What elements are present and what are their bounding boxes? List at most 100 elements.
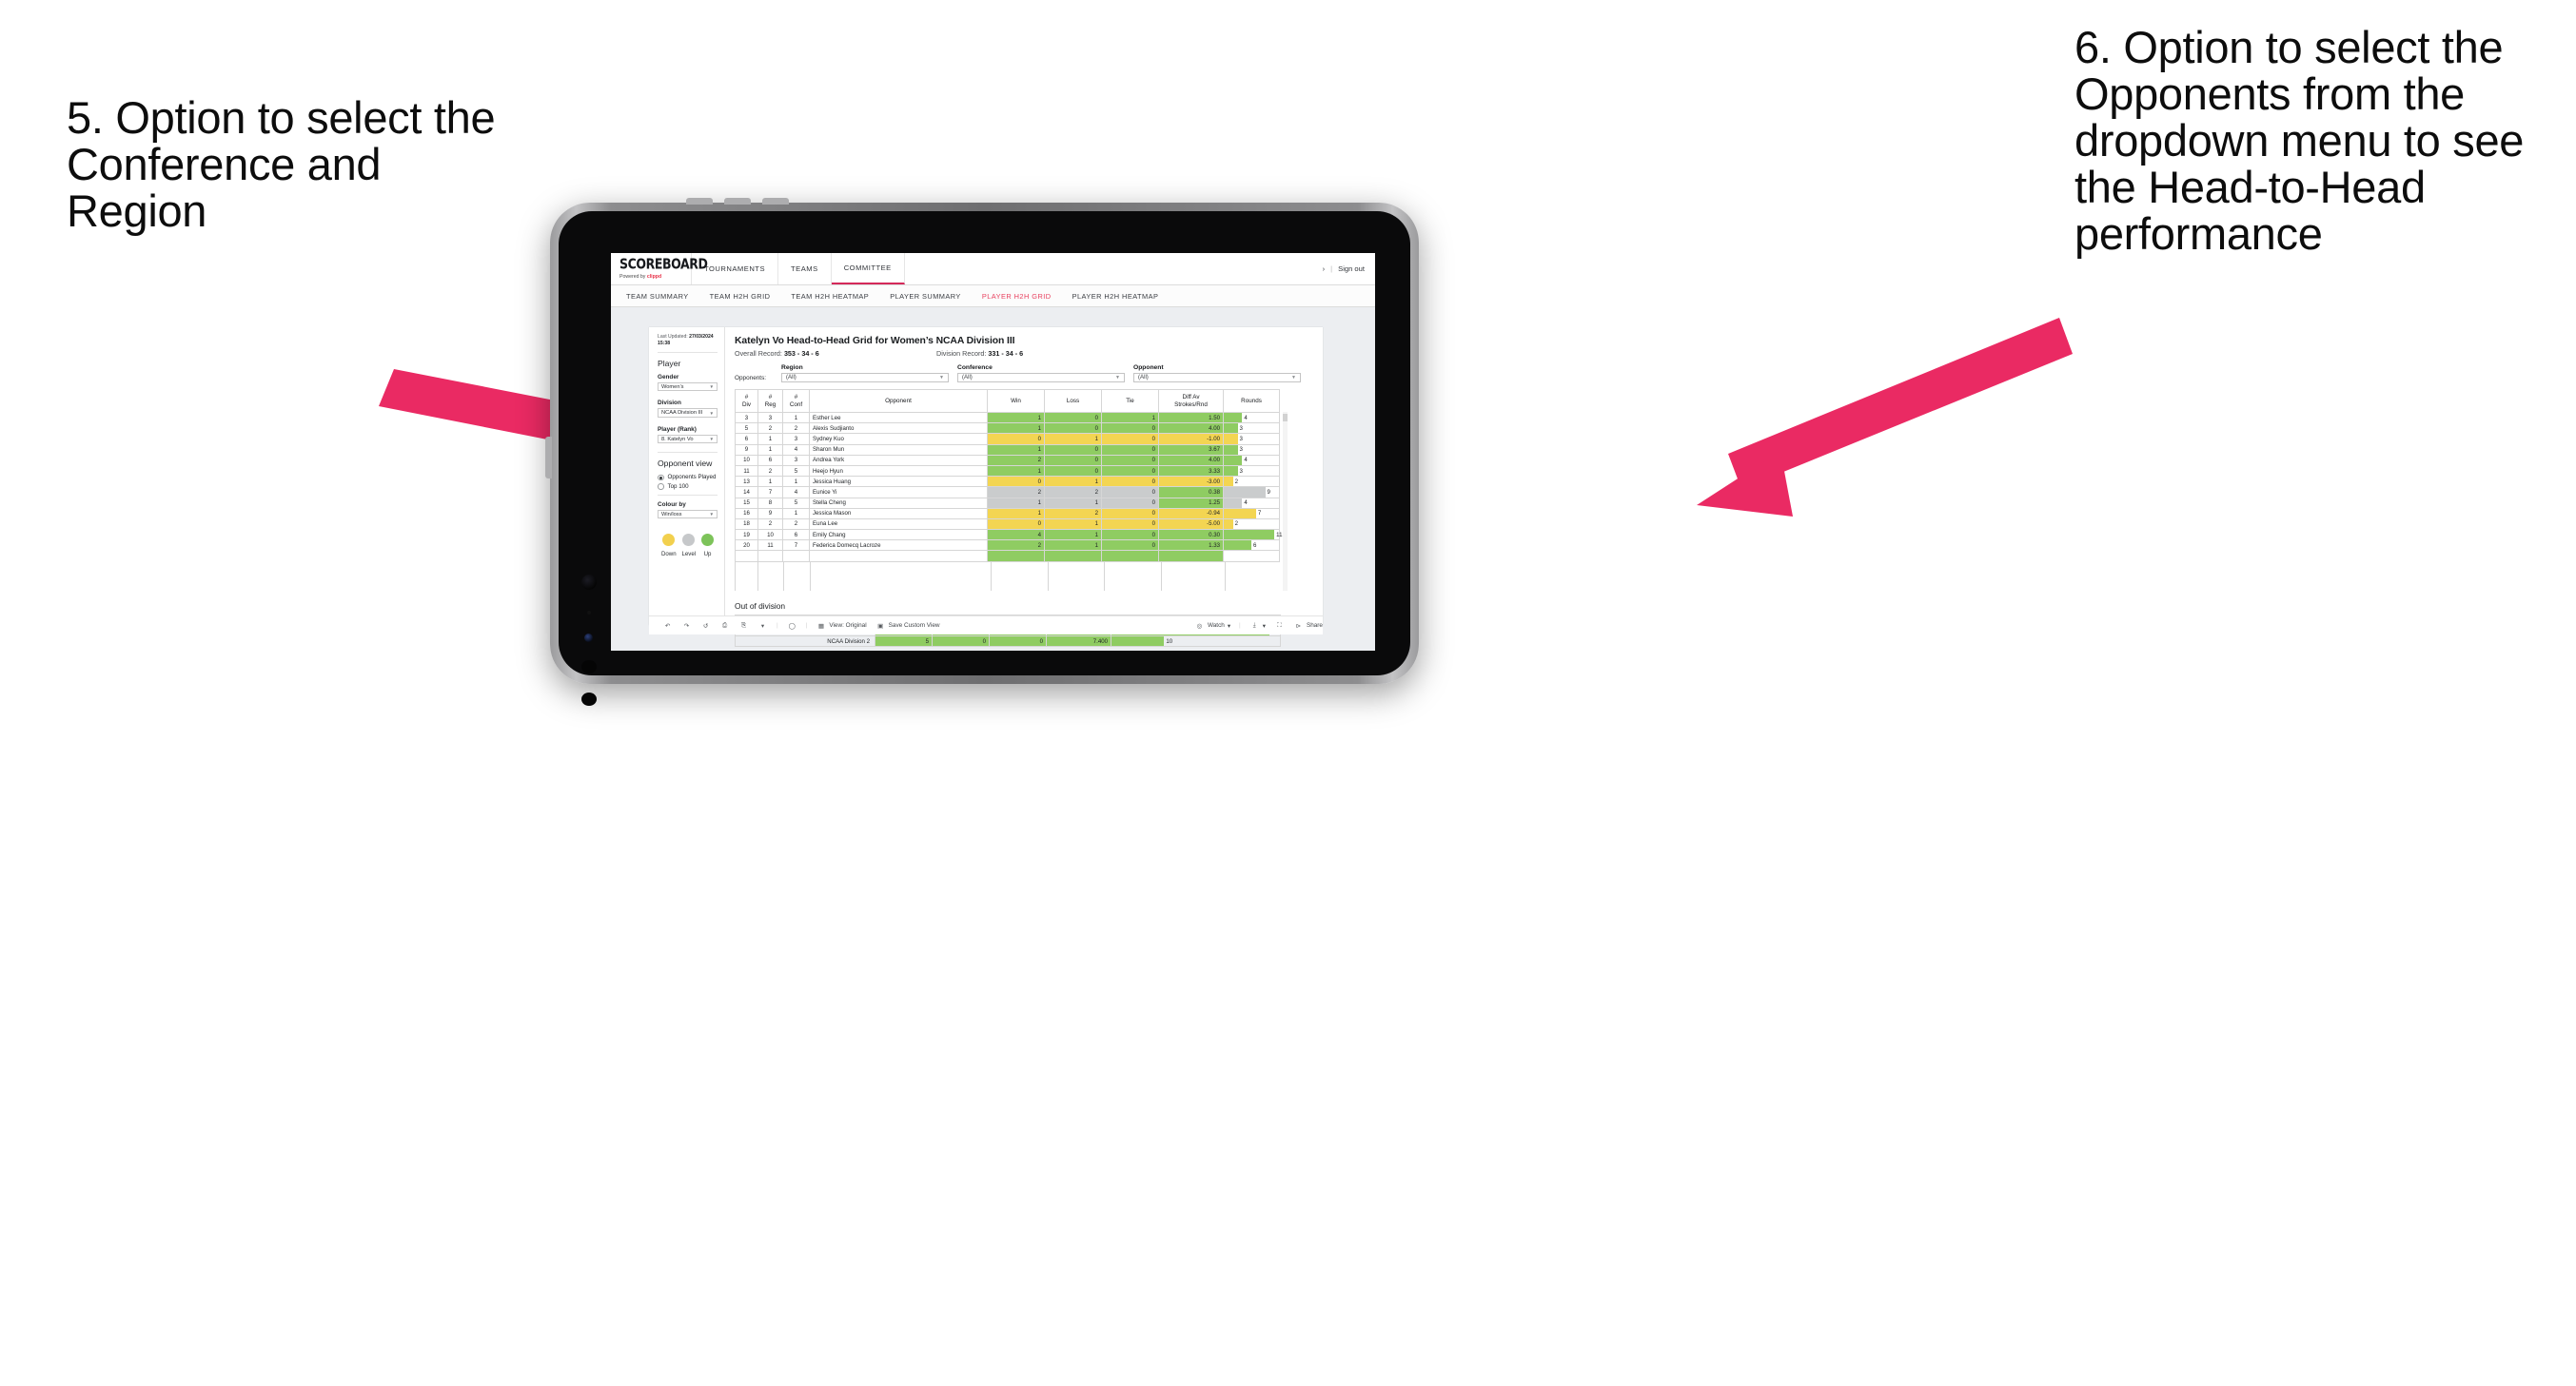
chevron-down-icon: ▼ xyxy=(1291,374,1296,381)
cell-div: 20 xyxy=(735,539,758,552)
records-row: Overall Record: 353 - 34 - 6 Division Re… xyxy=(735,349,1323,358)
tab-player-h2h-heatmap[interactable]: PLAYER H2H HEATMAP xyxy=(1072,292,1159,301)
radio-top-100[interactable]: Top 100 xyxy=(658,483,718,490)
tab-team-summary[interactable]: TEAM SUMMARY xyxy=(626,292,689,301)
table-row[interactable]: 3 3 1 Esther Lee 1 0 1 1.50 4 xyxy=(735,411,1280,424)
save-custom-view-button[interactable]: ▣ Save Custom View xyxy=(875,620,940,631)
cell-div: 18 xyxy=(735,517,758,531)
division-field: Division NCAA Division III ▼ xyxy=(658,400,718,418)
cell-diff-av-strokes: 0.30 xyxy=(1158,529,1224,541)
radio-opponents-played[interactable]: Opponents Played xyxy=(658,474,718,480)
toolbar-divider-3: | xyxy=(1239,622,1241,629)
cell-conf: 5 xyxy=(782,464,810,478)
cell-win: 4 xyxy=(987,529,1045,541)
logo-title: SCOREBOARD xyxy=(619,255,708,272)
cell-div: 11 xyxy=(735,464,758,478)
revert-icon[interactable]: ↺ xyxy=(700,620,711,631)
filter-sidebar: Last Updated: 27/03/2024 15:38 Player Ge… xyxy=(649,327,725,625)
table-row[interactable]: 13 1 1 Jessica Huang 0 1 0 -3.00 2 xyxy=(735,476,1280,488)
sensor-icon xyxy=(587,611,591,615)
tablet-button-top-3 xyxy=(762,198,789,205)
th-conf: # Conf xyxy=(782,389,810,413)
conference-filter-dropdown[interactable]: (All) ▼ xyxy=(957,372,1125,382)
division-dropdown[interactable]: NCAA Division III ▼ xyxy=(658,408,718,418)
cell-reg: 1 xyxy=(757,433,783,445)
fullscreen-icon[interactable]: ⛶ xyxy=(1274,620,1285,631)
table-row[interactable]: 5 2 2 Alexis Sudjianto 1 0 0 4.00 3 xyxy=(735,422,1280,435)
cell-rounds: 3 xyxy=(1223,464,1280,478)
cell-loss: 1 xyxy=(1044,517,1102,531)
cell-div: 16 xyxy=(735,507,758,519)
brand-logo[interactable]: SCOREBOARD Powered by clippd xyxy=(611,253,708,284)
visualization-card: Last Updated: 27/03/2024 15:38 Player Ge… xyxy=(649,327,1323,648)
table-row[interactable]: 15 8 5 Stella Cheng 1 1 0 1.25 4 xyxy=(735,497,1280,509)
cell-reg: 3 xyxy=(757,411,783,424)
cell-rounds: 4 xyxy=(1223,497,1280,509)
tab-team-h2h-heatmap[interactable]: TEAM H2H HEATMAP xyxy=(791,292,869,301)
player-rank-value: 8. Katelyn Vo xyxy=(661,436,694,442)
cell-tie: 0 xyxy=(1101,497,1159,509)
legend-label-up: Up xyxy=(703,551,712,558)
player-rank-dropdown[interactable]: 8. Katelyn Vo ▼ xyxy=(658,434,718,444)
save-custom-view-label: Save Custom View xyxy=(888,622,940,629)
th-tie: Tie xyxy=(1101,389,1159,413)
opponent-filter-value: (All) xyxy=(1138,374,1149,381)
table-row[interactable]: 9 1 4 Sharon Mun 1 0 0 3.67 3 xyxy=(735,443,1280,456)
cell-tie: 0 xyxy=(1101,486,1159,498)
sign-out-link[interactable]: Sign out xyxy=(1338,264,1365,273)
table-row[interactable]: 14 7 4 Eunice Yi 2 2 0 0.38 9 xyxy=(735,486,1280,498)
nav-item-committee[interactable]: COMMITTEE xyxy=(831,253,905,284)
opponent-filter-dropdown[interactable]: (All) ▼ xyxy=(1133,372,1301,382)
table-row[interactable]: 6 1 3 Sydney Kuo 0 1 0 -1.00 3 xyxy=(735,433,1280,445)
tab-player-summary[interactable]: PLAYER SUMMARY xyxy=(890,292,961,301)
cell-reg: 1 xyxy=(757,443,783,456)
undo-icon[interactable]: ↶ xyxy=(662,620,673,631)
region-filter-dropdown[interactable]: (All) ▼ xyxy=(781,372,949,382)
pause-updates-icon[interactable]: ⎘ xyxy=(738,620,749,631)
help-icon[interactable]: ◯ xyxy=(787,620,797,631)
tablet-bezel: SCOREBOARD Powered by clippd TOURNAMENTS… xyxy=(559,211,1410,706)
cell-tie: 0 xyxy=(1101,529,1159,541)
tablet-button-side xyxy=(545,437,552,478)
redo-icon[interactable]: ↷ xyxy=(681,620,692,631)
download-button[interactable]: ⤓ ▾ xyxy=(1249,620,1266,631)
cell-reg: 8 xyxy=(757,497,783,509)
cell-win: 2 xyxy=(987,486,1045,498)
cell-opponent: Eunice Yi xyxy=(809,486,988,498)
cell-win: 1 xyxy=(987,422,1045,435)
undo-dropdown-icon[interactable]: ▾ xyxy=(757,620,768,631)
table-row[interactable]: 16 9 1 Jessica Mason 1 2 0 -0.94 7 xyxy=(735,507,1280,519)
table-row[interactable]: 18 2 2 Euna Lee 0 1 0 -5.00 2 xyxy=(735,517,1280,531)
cell-win: 1 xyxy=(987,507,1045,519)
gender-dropdown[interactable]: Women’s ▼ xyxy=(658,381,718,392)
chevron-right-icon[interactable]: › xyxy=(1323,264,1326,273)
colour-by-dropdown[interactable]: Win/loss ▼ xyxy=(658,509,718,519)
nav-item-teams[interactable]: TEAMS xyxy=(778,253,832,284)
out-of-division-row[interactable]: NCAA Division 2 5 0 0 7.400 10 xyxy=(735,634,1281,648)
chevron-down-icon: ▼ xyxy=(709,384,714,389)
cell-rounds: 6 xyxy=(1223,539,1280,552)
division-record-label: Division Record: xyxy=(936,349,987,358)
cell-diff-av-strokes: 0.38 xyxy=(1158,486,1224,498)
watch-button[interactable]: ◎ Watch ▾ xyxy=(1194,620,1230,631)
refresh-data-icon[interactable]: ⎙ xyxy=(719,620,730,631)
table-row[interactable]: 10 6 3 Andrea York 2 0 0 4.00 4 xyxy=(735,454,1280,466)
table-row[interactable]: 20 11 7 Federica Domecq Lacroze 2 1 0 1.33 6 xyxy=(735,539,1280,552)
table-row[interactable]: 19 10 6 Emily Chang 4 1 0 0.30 11 xyxy=(735,529,1282,541)
cell-win: 1 xyxy=(987,464,1045,478)
table-scrollbar-thumb[interactable] xyxy=(1283,414,1288,421)
cell-reg: 2 xyxy=(757,464,783,478)
tab-team-h2h-grid[interactable]: TEAM H2H GRID xyxy=(710,292,771,301)
table-scrollbar-track[interactable] xyxy=(1283,412,1288,591)
share-button[interactable]: ⊳ Share xyxy=(1293,620,1323,631)
radio-top-100-label: Top 100 xyxy=(667,482,689,490)
view-original-button[interactable]: ▦ View: Original xyxy=(816,620,867,631)
tab-player-h2h-grid[interactable]: PLAYER H2H GRID xyxy=(982,292,1052,301)
table-row[interactable]: 11 2 5 Heejo Hyun 1 0 0 3.33 3 xyxy=(735,464,1280,478)
cell-win: 2 xyxy=(987,539,1045,552)
cell-rounds: 9 xyxy=(1223,486,1280,498)
cell-conf: 4 xyxy=(782,443,810,456)
cell-rounds: 7 xyxy=(1223,507,1280,519)
cell-opponent: Sydney Kuo xyxy=(809,433,988,445)
